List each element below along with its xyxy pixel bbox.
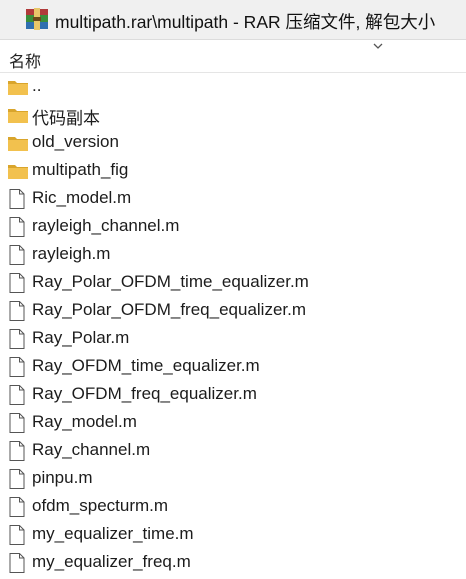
folder-icon — [7, 160, 28, 182]
file-name: ofdm_specturm.m — [32, 496, 169, 515]
window-title: multipath.rar\multipath - RAR 压缩文件, 解包大小 — [55, 12, 436, 32]
file-icon — [7, 328, 27, 350]
file-name: 代码副本 — [32, 109, 100, 128]
folder-row[interactable]: .. — [0, 73, 466, 101]
file-icon — [7, 552, 27, 574]
folder-row[interactable]: multipath_fig — [0, 157, 466, 185]
file-name: .. — [32, 76, 42, 95]
file-name: Ric_model.m — [32, 188, 132, 207]
file-row[interactable]: Ray_channel.m — [0, 437, 466, 465]
file-name: Ray_Polar_OFDM_freq_equalizer.m — [32, 300, 307, 319]
file-icon — [7, 300, 27, 322]
file-row[interactable]: pinpu.m — [0, 465, 466, 493]
file-name: multipath_fig — [32, 160, 129, 179]
file-name: Ray_channel.m — [32, 440, 151, 459]
folder-row[interactable]: old_version — [0, 129, 466, 157]
file-name: my_equalizer_freq.m — [32, 552, 191, 571]
file-icon — [7, 272, 27, 294]
chevron-down-icon[interactable] — [371, 39, 385, 49]
file-icon — [7, 244, 27, 266]
file-icon — [7, 384, 27, 406]
file-name: pinpu.m — [32, 468, 93, 487]
file-name: my_equalizer_time.m — [32, 524, 194, 543]
file-name: Ray_OFDM_time_equalizer.m — [32, 356, 260, 375]
file-icon — [7, 468, 27, 490]
file-icon — [7, 496, 27, 518]
file-name: Ray_Polar_OFDM_time_equalizer.m — [32, 272, 309, 291]
file-row[interactable]: Ray_Polar_OFDM_freq_equalizer.m — [0, 297, 466, 325]
file-row[interactable]: Ray_OFDM_time_equalizer.m — [0, 353, 466, 381]
file-icon — [7, 356, 27, 378]
file-row[interactable]: Ray_OFDM_freq_equalizer.m — [0, 381, 466, 409]
file-row[interactable]: my_equalizer_freq.m — [0, 549, 466, 577]
file-icon — [7, 440, 27, 462]
file-name: Ray_Polar.m — [32, 328, 130, 347]
file-row[interactable]: Ray_Polar_OFDM_time_equalizer.m — [0, 269, 466, 297]
file-row[interactable]: Ric_model.m — [0, 185, 466, 213]
column-name-label[interactable]: 名称 — [9, 48, 41, 72]
file-name: old_version — [32, 132, 119, 151]
file-name: rayleigh_channel.m — [32, 216, 180, 235]
title-bar: multipath.rar\multipath - RAR 压缩文件, 解包大小 — [0, 0, 466, 40]
folder-icon — [7, 76, 28, 98]
folder-icon — [7, 104, 28, 126]
folder-icon — [7, 132, 28, 154]
file-row[interactable]: ofdm_specturm.m — [0, 493, 466, 521]
folder-row[interactable]: 代码副本 — [0, 101, 466, 129]
winrar-app-icon[interactable] — [25, 8, 49, 30]
file-icon — [7, 188, 27, 210]
file-list: .. 代码副本 old_version multipath_fig Ric_model.… — [0, 73, 466, 577]
file-name: Ray_OFDM_freq_equalizer.m — [32, 384, 257, 403]
column-header[interactable]: 名称 — [0, 40, 466, 73]
file-row[interactable]: Ray_Polar.m — [0, 325, 466, 353]
file-row[interactable]: Ray_model.m — [0, 409, 466, 437]
file-row[interactable]: rayleigh.m — [0, 241, 466, 269]
file-row[interactable]: my_equalizer_time.m — [0, 521, 466, 549]
file-name: Ray_model.m — [32, 412, 137, 431]
file-row[interactable]: rayleigh_channel.m — [0, 213, 466, 241]
file-icon — [7, 524, 27, 546]
file-name: rayleigh.m — [32, 244, 111, 263]
file-icon — [7, 216, 27, 238]
file-icon — [7, 412, 27, 434]
